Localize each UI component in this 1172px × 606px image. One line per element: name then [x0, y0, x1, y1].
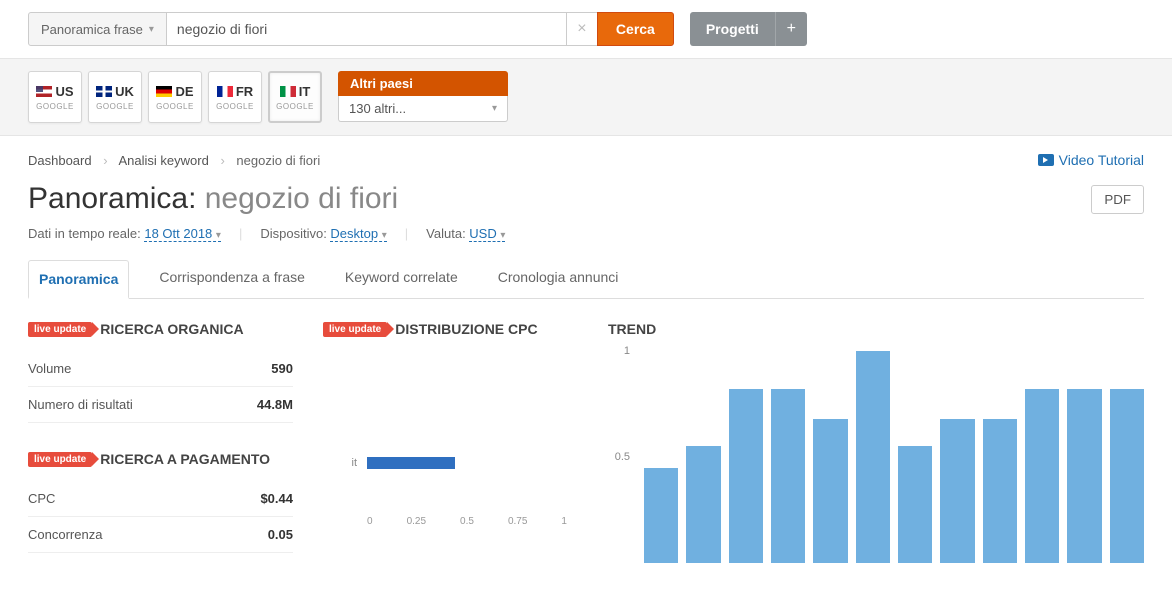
trend-bar	[813, 419, 847, 563]
crumb-keyword-analysis[interactable]: Analisi keyword	[118, 153, 208, 168]
country-tab-us[interactable]: US GOOGLE	[28, 71, 82, 123]
results-label: Numero di risultati	[28, 397, 133, 412]
export-pdf-button[interactable]: PDF	[1091, 185, 1144, 214]
results-value: 44.8M	[257, 397, 293, 412]
cpc-xtick: 0.75	[508, 516, 527, 527]
search-mode-dropdown[interactable]: Panoramica frase ▾	[28, 12, 167, 46]
other-countries-label: 130 altri...	[349, 101, 406, 116]
trend-bar	[729, 389, 763, 563]
video-play-icon	[1038, 154, 1054, 166]
cpc-distribution-chart: it 0 0.25 0.5 0.75 1	[323, 357, 578, 527]
other-countries-dropdown[interactable]: Altri paesi 130 altri... ▾	[338, 71, 508, 123]
section-cpc-title: live update DISTRIBUZIONE CPC	[323, 321, 578, 337]
cpc-xtick: 0.5	[460, 516, 474, 527]
country-tab-uk[interactable]: UK GOOGLE	[88, 71, 142, 123]
trend-ytick-1: 1	[624, 345, 630, 357]
volume-value: 590	[271, 361, 293, 376]
trend-bar	[1110, 389, 1144, 563]
competition-label: Concorrenza	[28, 527, 102, 542]
cpc-row-label: it	[347, 457, 357, 469]
crumb-dashboard[interactable]: Dashboard	[28, 153, 92, 168]
device-picker[interactable]: Desktop ▾	[330, 226, 386, 242]
trend-chart: 1 0.5	[608, 351, 1144, 581]
country-tab-it[interactable]: IT GOOGLE	[268, 71, 322, 123]
live-update-badge: live update	[323, 322, 387, 337]
flag-de-icon	[156, 86, 172, 97]
live-update-badge: live update	[28, 452, 92, 467]
country-tab-fr[interactable]: FR GOOGLE	[208, 71, 262, 123]
trend-bar	[686, 446, 720, 563]
trend-bar	[940, 419, 974, 563]
tab-related-keywords[interactable]: Keyword correlate	[335, 259, 468, 298]
clear-search-button[interactable]: ×	[567, 12, 597, 46]
search-button[interactable]: Cerca	[597, 12, 674, 46]
page-title: Panoramica: negozio di fiori	[28, 182, 398, 216]
video-tutorial-link[interactable]: Video Tutorial	[1038, 152, 1144, 168]
flag-it-icon	[280, 86, 296, 97]
cpc-value: $0.44	[260, 491, 293, 506]
tab-overview[interactable]: Panoramica	[28, 260, 129, 299]
flag-fr-icon	[217, 86, 233, 97]
countries-bar: US GOOGLE UK GOOGLE DE GOOGLE FR GOOGLE …	[0, 58, 1172, 136]
cpc-xtick: 0.25	[407, 516, 426, 527]
trend-bar	[644, 468, 678, 563]
trend-bar	[898, 446, 932, 563]
tab-ad-history[interactable]: Cronologia annunci	[488, 259, 629, 298]
flag-uk-icon	[96, 86, 112, 97]
projects-button[interactable]: Progetti	[690, 12, 775, 46]
section-organic-title: live update RICERCA ORGANICA	[28, 321, 293, 337]
trend-bar	[856, 351, 890, 563]
competition-value: 0.05	[268, 527, 293, 542]
trend-bar	[1067, 389, 1101, 563]
cpc-bar	[367, 457, 455, 469]
trend-bar	[983, 419, 1017, 563]
chevron-down-icon: ▾	[149, 24, 154, 35]
section-trend-title: TREND	[608, 321, 1144, 337]
tab-phrase-match[interactable]: Corrispondenza a frase	[149, 259, 315, 298]
section-paid-title: live update RICERCA A PAGAMENTO	[28, 451, 293, 467]
flag-us-icon	[36, 86, 52, 97]
breadcrumb: Dashboard › Analisi keyword › negozio di…	[28, 153, 320, 168]
cpc-xtick: 0	[367, 516, 373, 527]
keyword-search-input[interactable]	[167, 12, 567, 46]
search-mode-label: Panoramica frase	[41, 22, 143, 37]
cpc-label: CPC	[28, 491, 55, 506]
trend-bar	[1025, 389, 1059, 563]
volume-label: Volume	[28, 361, 71, 376]
add-project-button[interactable]: +	[775, 12, 807, 46]
trend-bar	[771, 389, 805, 563]
cpc-x-axis: 0 0.25 0.5 0.75 1	[367, 516, 567, 527]
currency-picker[interactable]: USD ▾	[469, 226, 505, 242]
live-update-badge: live update	[28, 322, 92, 337]
meta-row: Dati in tempo reale: 18 Ott 2018 ▾ | Dis…	[28, 226, 1144, 241]
country-tab-de[interactable]: DE GOOGLE	[148, 71, 202, 123]
chevron-down-icon: ▾	[492, 103, 497, 114]
report-tabs: Panoramica Corrispondenza a frase Keywor…	[28, 259, 1144, 299]
trend-ytick-05: 0.5	[615, 451, 630, 463]
cpc-xtick: 1	[561, 516, 567, 527]
other-countries-header: Altri paesi	[338, 71, 508, 96]
date-picker[interactable]: 18 Ott 2018 ▾	[144, 226, 221, 242]
crumb-current: negozio di fiori	[236, 153, 320, 168]
